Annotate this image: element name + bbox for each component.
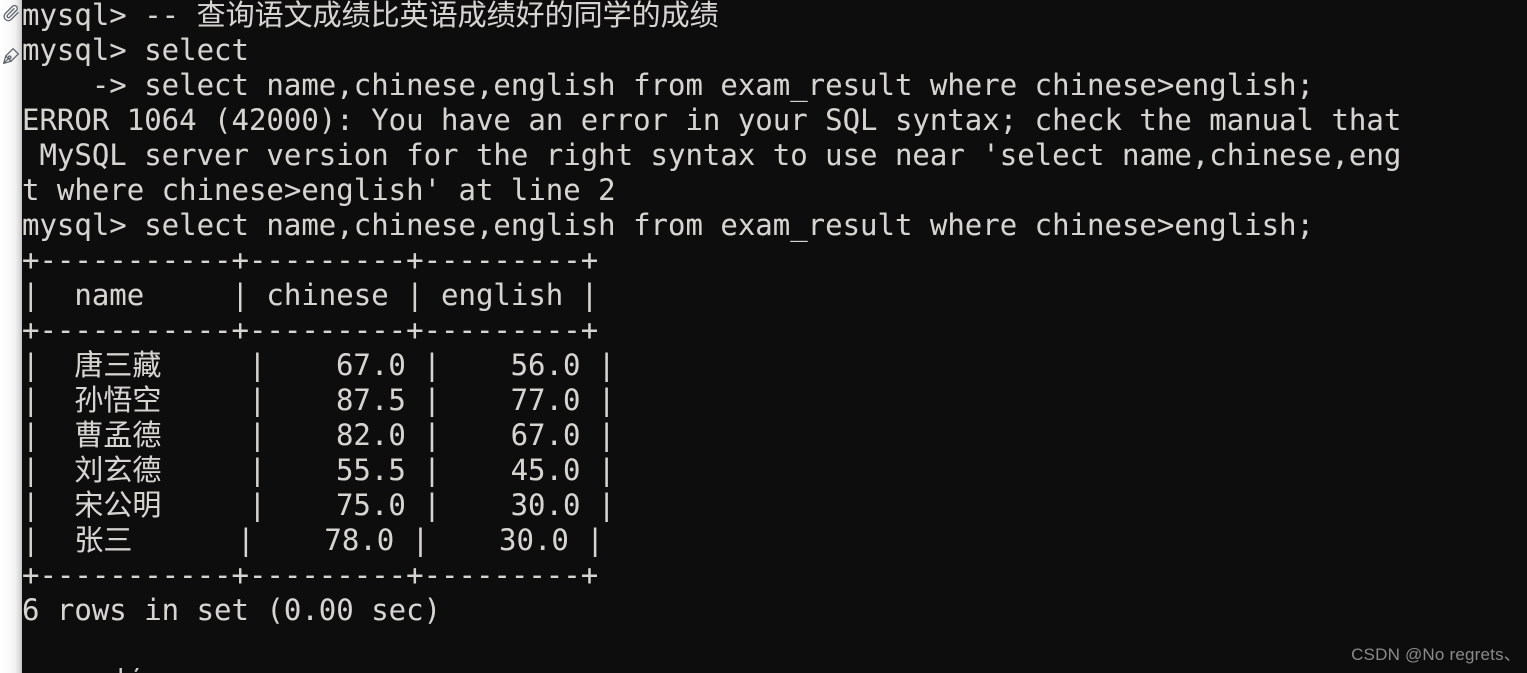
terminal-text: mysql> -- 查询语文成绩比英语成绩好的同学的成绩 mysql> sele…: [22, 0, 1402, 627]
pen-nib-icon[interactable]: [1, 46, 21, 66]
paperclip-icon[interactable]: [1, 3, 21, 23]
left-gutter-strip: [0, 0, 22, 673]
terminal-output-area[interactable]: mysql> -- 查询语文成绩比英语成绩好的同学的成绩 mysql> sele…: [22, 0, 1527, 673]
terminal-window: mysql> -- 查询语文成绩比英语成绩好的同学的成绩 mysql> sele…: [0, 0, 1527, 673]
bottom-clipped-glyph: |): [112, 668, 172, 673]
csdn-watermark: CSDN @No regrets、: [1351, 645, 1521, 664]
bottom-clipped-glyph-text: |): [112, 668, 172, 673]
